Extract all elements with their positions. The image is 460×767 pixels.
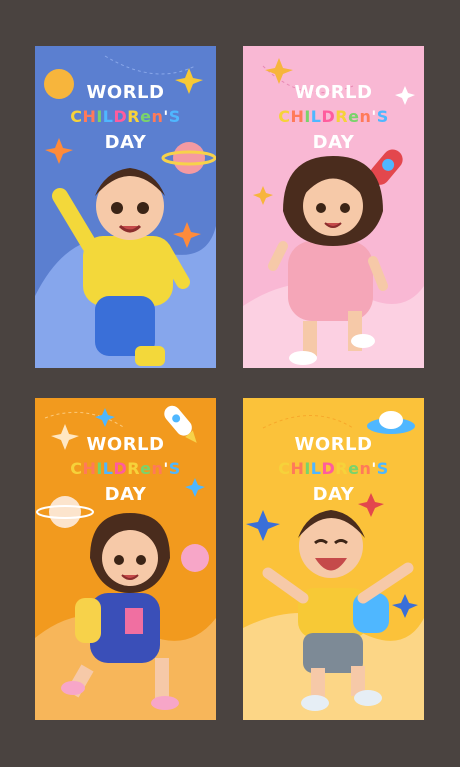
title-letter: e xyxy=(140,107,152,126)
title-letter: n xyxy=(359,107,372,126)
title-letter: H xyxy=(290,459,305,478)
title-letter: n xyxy=(359,459,372,478)
title-letter: S xyxy=(376,459,389,478)
title-line-childrens: CHILDRen'S xyxy=(35,461,216,477)
title-line-world: WORLD xyxy=(294,82,373,103)
title-line-day: DAY xyxy=(104,132,147,153)
title-letter: R xyxy=(335,459,349,478)
title-letter: R xyxy=(335,107,349,126)
title-line-childrens: CHILDRen'S xyxy=(243,461,424,477)
title-line-day: DAY xyxy=(312,484,355,505)
title-letter: L xyxy=(102,107,114,126)
title-letter: L xyxy=(310,459,322,478)
title-letter: S xyxy=(168,107,181,126)
title-line-world: WORLD xyxy=(294,434,373,455)
title-letter: R xyxy=(127,107,141,126)
poster-card-blue: WORLD CHILDRen'S DAY xyxy=(35,46,216,368)
title-letter: e xyxy=(348,459,360,478)
poster-card-orange: WORLD CHILDRen'S DAY xyxy=(35,398,216,720)
title-letter: D xyxy=(321,459,336,478)
title-letter: C xyxy=(70,459,83,478)
title-letter: e xyxy=(348,107,360,126)
title-line-world: WORLD xyxy=(86,82,165,103)
title-line-day: DAY xyxy=(312,132,355,153)
title-letter: e xyxy=(140,459,152,478)
title-letter: D xyxy=(113,459,128,478)
title-letter: H xyxy=(82,107,97,126)
title-letter: D xyxy=(113,107,128,126)
title-line-day: DAY xyxy=(104,484,147,505)
title-line-world: WORLD xyxy=(86,434,165,455)
title-letter: n xyxy=(151,107,164,126)
poster-card-yellow: WORLD CHILDRen'S DAY xyxy=(243,398,424,720)
title-letter: C xyxy=(70,107,83,126)
title-letter: S xyxy=(376,107,389,126)
title-line-childrens: CHILDRen'S xyxy=(243,109,424,125)
title-letter: H xyxy=(290,107,305,126)
title-letter: L xyxy=(102,459,114,478)
title-letter: R xyxy=(127,459,141,478)
title-letter: D xyxy=(321,107,336,126)
title-letter: H xyxy=(82,459,97,478)
title-letter: L xyxy=(310,107,322,126)
poster-card-pink: WORLD CHILDRen'S DAY xyxy=(243,46,424,368)
title-letter: C xyxy=(278,459,291,478)
title-line-childrens: CHILDRen'S xyxy=(35,109,216,125)
title-letter: S xyxy=(168,459,181,478)
title-letter: C xyxy=(278,107,291,126)
title-letter: n xyxy=(151,459,164,478)
